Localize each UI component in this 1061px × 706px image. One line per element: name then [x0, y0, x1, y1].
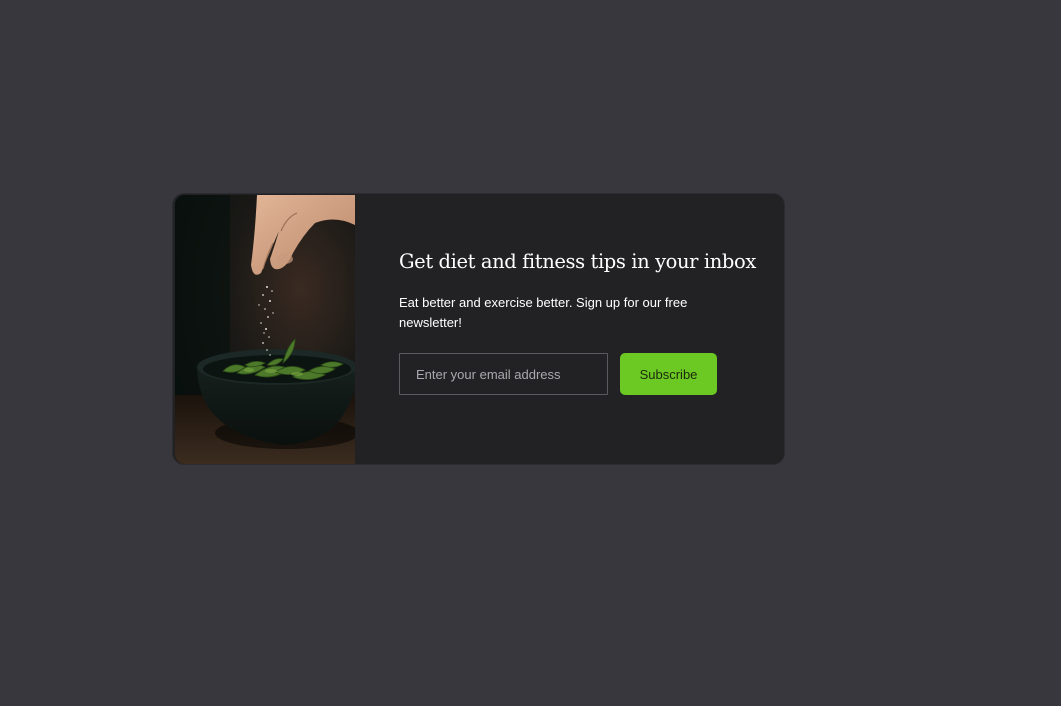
newsletter-card: Get diet and fitness tips in your inbox … [172, 193, 785, 465]
food-photo [175, 195, 355, 464]
subscribe-button[interactable]: Subscribe [620, 353, 717, 395]
edamame-photo-illustration [175, 195, 355, 464]
newsletter-description: Eat better and exercise better. Sign up … [399, 295, 688, 330]
newsletter-title: Get diet and fitness tips in your inbox [399, 250, 756, 273]
email-input[interactable] [399, 353, 608, 395]
